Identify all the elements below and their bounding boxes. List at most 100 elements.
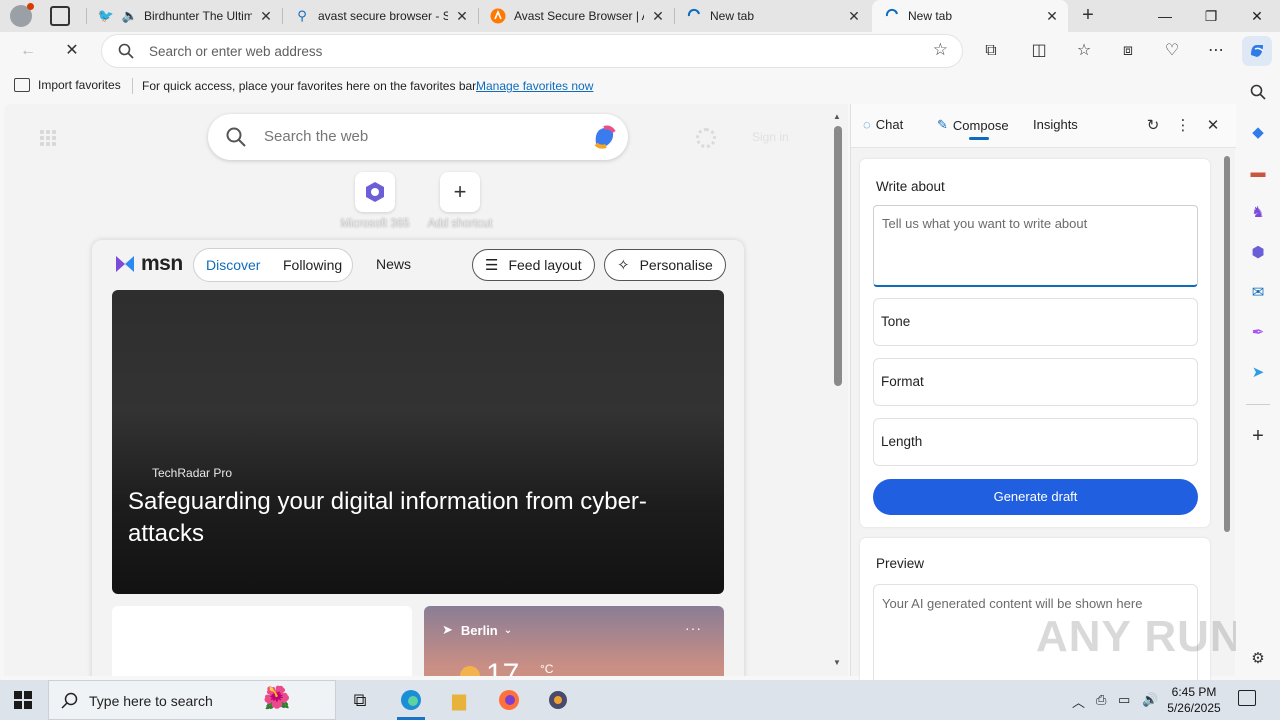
restore-button[interactable]: ❐ [1188, 0, 1234, 32]
panel-header: ◌ Chat ✎ Compose Insights ↻ ⋮ ✕ [851, 104, 1236, 148]
tab-new-tab-1[interactable]: New tab ✕ [674, 0, 870, 32]
copilot-icon [1251, 45, 1264, 57]
feed-layout-button[interactable]: ☰ Feed layout [472, 249, 595, 281]
scroll-up-icon[interactable]: ▲ [833, 112, 841, 121]
add-sidebar-app-icon[interactable]: + [1248, 425, 1268, 447]
more-menu-icon[interactable]: ⋯ [1202, 38, 1230, 64]
panel-scrollbar[interactable] [1224, 156, 1230, 532]
tab-news[interactable]: News [376, 256, 411, 272]
tab-birdhunter[interactable]: 🐦 🔈 Birdhunter The Ultim ✕ [86, 0, 282, 32]
usb-device-icon[interactable]: ⎙ [1096, 692, 1106, 708]
stop-loading-button[interactable]: ✕ [58, 38, 86, 64]
task-view-icon[interactable]: ⧉ [336, 680, 384, 720]
minimize-button[interactable]: — [1142, 0, 1188, 32]
app-launcher-icon[interactable] [40, 130, 56, 146]
weather-unit: °C [540, 662, 554, 676]
copilot-icon[interactable] [590, 122, 620, 152]
article-card[interactable] [112, 606, 412, 676]
tools-briefcase-icon[interactable]: ▬ [1248, 162, 1268, 182]
import-icon [14, 78, 30, 92]
generate-draft-button[interactable]: Generate draft [873, 479, 1198, 515]
close-tab-icon[interactable]: ✕ [650, 8, 666, 25]
favorite-star-icon[interactable]: ☆ [933, 40, 948, 60]
article-title[interactable]: Safeguarding your digital information fr… [128, 486, 708, 550]
browser-essentials-icon[interactable]: ♡ [1158, 38, 1186, 64]
tab-discover[interactable]: Discover [206, 257, 260, 273]
shortcut-microsoft-365[interactable]: Microsoft 365 [332, 172, 418, 230]
divider [132, 78, 133, 94]
designer-icon[interactable]: ✒ [1248, 322, 1268, 342]
search-icon[interactable] [1248, 82, 1268, 102]
tab-avast-search[interactable]: ⚲ avast secure browser - Se ✕ [282, 0, 478, 32]
speaker-icon[interactable]: 🔈 [122, 8, 138, 24]
hero-article-card[interactable]: TechRadar Pro Safeguarding your digital … [112, 290, 724, 594]
msn-logo[interactable]: msn [114, 252, 183, 276]
weather-location-label: Berlin [460, 622, 498, 638]
length-selector[interactable]: Length [873, 418, 1198, 466]
edge-browser-icon[interactable] [387, 680, 435, 720]
outlook-icon[interactable]: ✉ [1248, 282, 1268, 302]
page-settings-icon[interactable] [696, 128, 716, 148]
more-options-icon[interactable]: ⋮ [1173, 116, 1193, 136]
browser-toolbar: ← ✕ Search or enter web address ☆ ⧉ ◫ ☆ … [0, 32, 1280, 70]
games-icon[interactable]: ♞ [1248, 202, 1268, 222]
taskbar-search-placeholder: Type here to search [89, 693, 213, 709]
more-options-icon[interactable]: ··· [685, 620, 702, 636]
close-tab-icon[interactable]: ✕ [258, 8, 274, 25]
scroll-down-icon[interactable]: ▼ [833, 658, 841, 667]
address-bar[interactable]: Search or enter web address ☆ [102, 35, 962, 67]
profile-avatar-icon[interactable] [10, 3, 34, 27]
web-search-box[interactable]: Search the web [208, 114, 628, 160]
close-panel-icon[interactable]: ✕ [1203, 116, 1223, 136]
firefox-icon[interactable] [485, 680, 533, 720]
write-about-textarea[interactable]: Tell us what you want to write about [873, 205, 1198, 287]
tone-selector[interactable]: Tone [873, 298, 1198, 346]
format-selector[interactable]: Format [873, 358, 1198, 406]
feed-tab-group: Discover Following [193, 248, 353, 282]
page-scrollbar[interactable]: ▲ ▼ [832, 112, 844, 668]
manage-favorites-link[interactable]: Manage favorites now [476, 79, 593, 93]
tab-insights[interactable]: Insights [1033, 117, 1078, 132]
tab-new-tab-active[interactable]: New tab ✕ [872, 0, 1068, 32]
system-clock[interactable]: 6:45 PM 5/26/2025 [1164, 684, 1224, 716]
personalise-button[interactable]: ✧ Personalise [604, 249, 726, 281]
sidebar-settings-icon[interactable]: ⚙ [1248, 648, 1268, 668]
copilot-button[interactable] [1242, 36, 1272, 66]
import-favorites-button[interactable]: Import favorites [14, 78, 121, 92]
notifications-icon[interactable] [1238, 690, 1256, 706]
refresh-icon[interactable]: ↻ [1143, 116, 1163, 136]
scrollbar-thumb[interactable] [834, 126, 842, 386]
microsoft365-icon [355, 172, 395, 212]
shopping-tag-icon[interactable]: ◆ [1248, 122, 1268, 142]
close-window-button[interactable]: ✕ [1234, 0, 1280, 32]
back-button[interactable]: ← [14, 38, 42, 64]
split-screen-icon[interactable]: ◫ [1025, 38, 1053, 64]
app-icon[interactable] [534, 680, 582, 720]
favorites-icon[interactable]: ☆ [1070, 38, 1098, 64]
shortcut-label: Add shortcut [427, 218, 493, 230]
volume-icon[interactable]: 🔊 [1142, 692, 1158, 708]
show-hidden-icons-icon[interactable]: ︿ [1072, 692, 1085, 711]
tab-avast-browser[interactable]: Avast Secure Browser | A ✕ [478, 0, 674, 32]
close-tab-icon[interactable]: ✕ [1044, 8, 1060, 25]
tab-compose[interactable]: ✎ Compose [937, 117, 1009, 140]
tab-following[interactable]: Following [283, 257, 342, 273]
collections-icon[interactable]: ⧈ [1114, 38, 1142, 64]
weather-location[interactable]: ➤ Berlin ⌄ [442, 622, 512, 638]
network-icon[interactable]: ▭ [1118, 692, 1130, 708]
file-explorer-icon[interactable]: ▆ [435, 680, 483, 720]
loading-spinner-icon [686, 8, 702, 24]
new-tab-button[interactable]: + [1076, 4, 1100, 28]
microsoft365-icon[interactable]: ⬢ [1248, 242, 1268, 262]
close-tab-icon[interactable]: ✕ [454, 8, 470, 25]
sign-in-placeholder[interactable]: Sign in [752, 130, 789, 144]
close-tab-icon[interactable]: ✕ [846, 8, 862, 25]
windows-start-icon[interactable] [14, 691, 32, 709]
tab-chat[interactable]: ◌ Chat [863, 117, 903, 132]
send-icon[interactable]: ➤ [1248, 362, 1268, 382]
taskbar-search-box[interactable]: Type here to search 🌺 [48, 680, 336, 720]
weather-card[interactable]: ➤ Berlin ⌄ ··· 17 °C [424, 606, 724, 676]
extensions-icon[interactable]: ⧉ [977, 38, 1005, 64]
tab-actions-icon[interactable] [50, 6, 70, 26]
shortcut-add[interactable]: + Add shortcut [417, 172, 503, 230]
